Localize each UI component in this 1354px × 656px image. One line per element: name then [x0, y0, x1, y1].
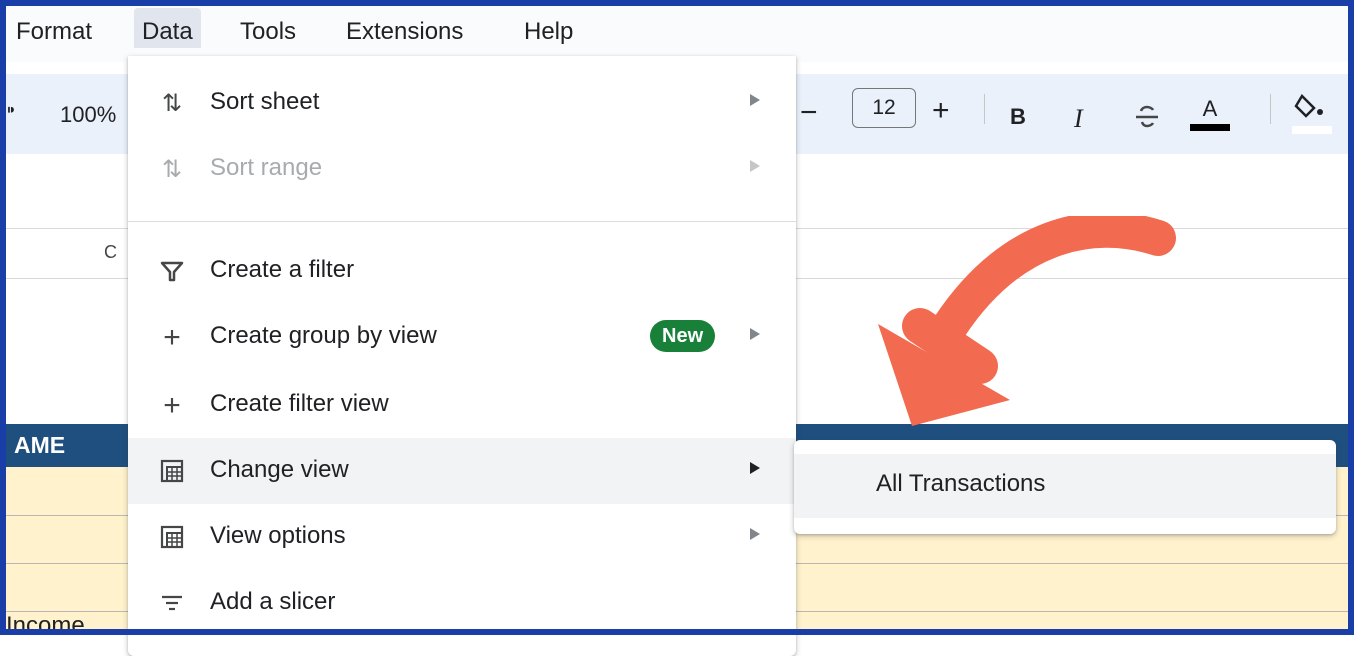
menu-tools[interactable]: Tools: [232, 18, 304, 46]
menu-item-create-group-by-view[interactable]: + Create group by view New: [128, 304, 796, 370]
table-view-icon: [158, 524, 186, 552]
cell-income[interactable]: Income: [6, 612, 85, 640]
filter-icon: [158, 258, 186, 286]
slicer-icon: [158, 590, 186, 618]
submenu-arrow-icon: [750, 528, 760, 540]
column-header-c[interactable]: C: [104, 242, 117, 263]
menu-item-create-filter-view[interactable]: + Create filter view: [128, 372, 796, 438]
menu-help[interactable]: Help: [516, 18, 581, 46]
menu-item-label: Create group by view: [210, 322, 437, 349]
menu-bar: Format Data Tools Extensions Help: [0, 0, 1354, 62]
submenu-item-label: All Transactions: [876, 470, 1046, 497]
menu-item-label: Create filter view: [210, 390, 389, 417]
change-view-submenu: All Transactions: [794, 440, 1336, 534]
plus-icon: +: [163, 389, 181, 422]
zoom-select[interactable]: 100%: [60, 102, 116, 128]
submenu-item-all-transactions[interactable]: All Transactions: [794, 454, 1336, 518]
menu-extensions[interactable]: Extensions: [338, 18, 471, 46]
data-menu: ⇅ Sort sheet ⇅ Sort range Create a filte…: [128, 56, 796, 656]
menu-item-view-options[interactable]: View options: [128, 504, 796, 570]
increase-font-size-button[interactable]: +: [932, 94, 950, 128]
text-color-button[interactable]: A: [1190, 96, 1230, 131]
sort-icon: ⇅: [161, 90, 183, 117]
toolbar-divider: [984, 94, 985, 124]
submenu-arrow-icon: [750, 94, 760, 106]
menu-item-label: Sort sheet: [210, 88, 320, 115]
bold-button[interactable]: B: [1010, 104, 1026, 130]
text-color-letter: A: [1202, 96, 1218, 121]
submenu-arrow-icon: [750, 328, 760, 340]
font-size-input[interactable]: 12: [852, 88, 916, 128]
fill-color-button[interactable]: [1290, 90, 1334, 142]
menu-item-label: Add a slicer: [210, 588, 336, 615]
decrease-font-size-button[interactable]: −: [800, 96, 818, 130]
menu-data[interactable]: Data: [134, 8, 201, 48]
header-cell-name[interactable]: AME: [14, 432, 65, 459]
strikethrough-button[interactable]: [1132, 102, 1162, 138]
paint-format-icon[interactable]: ⁍: [6, 98, 16, 123]
new-badge: New: [650, 320, 716, 352]
menu-item-label: Create a filter: [210, 256, 355, 283]
menu-format[interactable]: Format: [8, 18, 100, 46]
menu-divider: [128, 221, 796, 222]
italic-button[interactable]: I: [1074, 104, 1083, 134]
menu-item-change-view[interactable]: Change view: [128, 438, 796, 504]
menu-item-label: Sort range: [210, 154, 323, 181]
menu-item-sort-range[interactable]: ⇅ Sort range: [128, 136, 796, 202]
toolbar-divider: [1270, 94, 1271, 124]
menu-item-label: Change view: [210, 456, 349, 483]
menu-item-add-slicer[interactable]: Add a slicer: [128, 570, 796, 636]
plus-icon: +: [163, 321, 181, 354]
strikethrough-icon: [1136, 105, 1158, 128]
text-color-swatch: [1190, 124, 1230, 131]
submenu-arrow-icon: [750, 462, 760, 474]
annotation-arrow-icon: [878, 216, 1176, 426]
submenu-arrow-icon: [750, 160, 760, 172]
sort-icon: ⇅: [161, 156, 183, 183]
paint-bucket-icon: [1292, 93, 1332, 134]
menu-item-sort-sheet[interactable]: ⇅ Sort sheet: [128, 70, 796, 136]
table-view-icon: [158, 458, 186, 486]
menu-item-create-filter[interactable]: Create a filter: [128, 238, 796, 304]
menu-item-label: View options: [210, 522, 346, 549]
